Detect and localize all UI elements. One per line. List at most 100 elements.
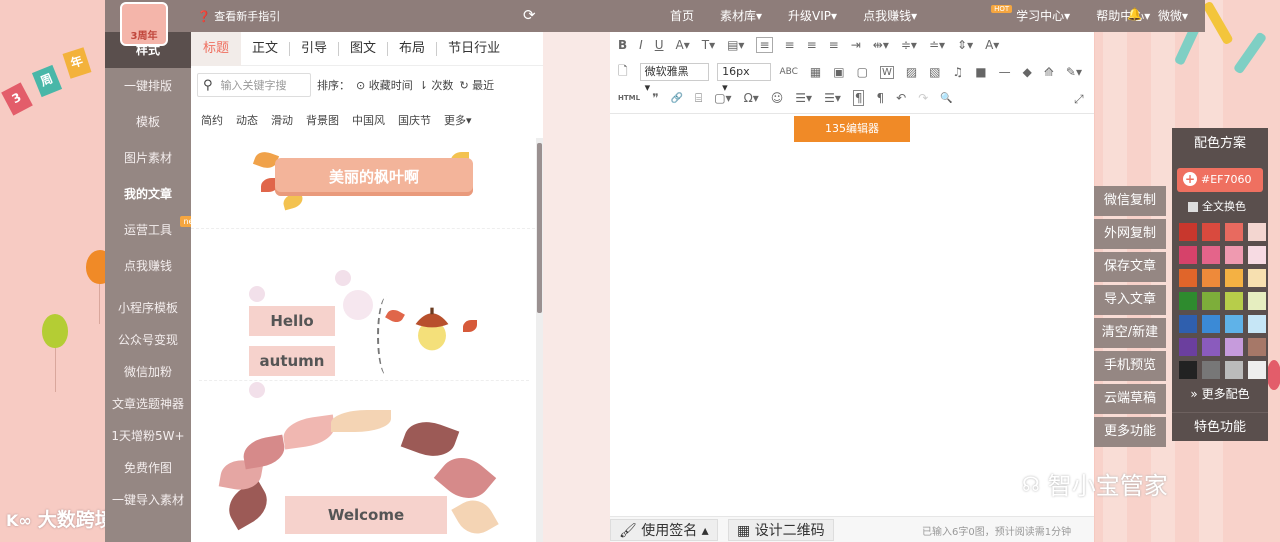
tab-image-text[interactable]: 图文 [339, 41, 389, 56]
nav-help-center[interactable]: 帮助中心▾ [1096, 7, 1150, 24]
tab-title[interactable]: 标题 [191, 32, 241, 66]
new-document-icon[interactable]: 🗋 [618, 62, 628, 83]
color-swatch[interactable] [1179, 315, 1197, 333]
word-import-button[interactable]: W [879, 65, 894, 79]
tab-body[interactable]: 正文 [241, 41, 291, 56]
blockquote-button[interactable]: ❞ [652, 91, 658, 105]
color-swatch[interactable] [1248, 246, 1266, 264]
subcategory-background[interactable]: 背景图 [306, 112, 339, 128]
color-swatch[interactable] [1248, 315, 1266, 333]
align-left-button[interactable]: ≡ [756, 37, 773, 53]
box-button[interactable]: ▢▾ [714, 91, 731, 105]
external-copy-button[interactable]: 外网复制 [1094, 219, 1166, 249]
color-swatch[interactable] [1202, 292, 1220, 310]
sidebar-item-topic-tool[interactable]: 文章选题神器 [105, 388, 191, 420]
sort-by-recent[interactable]: ↻ 最近 [459, 77, 494, 93]
editor-content-area[interactable] [610, 115, 1094, 515]
align-center-button[interactable]: ≡ [785, 38, 795, 52]
special-char-button[interactable]: Ω▾ [744, 91, 759, 105]
color-swatch[interactable] [1202, 246, 1220, 264]
color-swatch[interactable] [1179, 269, 1197, 287]
color-swatch[interactable] [1179, 338, 1197, 356]
music-button[interactable]: ♫ [953, 65, 964, 79]
indent-button[interactable]: ⇥ [851, 38, 861, 52]
color-swatch[interactable] [1179, 246, 1197, 264]
video-button[interactable]: ■ [975, 65, 986, 79]
multi-image-button[interactable]: ▧ [929, 65, 940, 79]
insert-image-button[interactable]: ▨ [906, 65, 917, 79]
mobile-preview-button[interactable]: 手机预览 [1094, 351, 1166, 381]
current-color-picker[interactable]: + #EF7060 [1177, 168, 1263, 192]
sidebar-item-operations-tools[interactable]: 运营工具new [105, 212, 203, 248]
color-swatch[interactable] [1248, 361, 1266, 379]
cloud-draft-button[interactable]: 云端草稿 [1094, 384, 1166, 414]
tab-layout[interactable]: 布局 [388, 41, 438, 56]
spellcheck-button[interactable]: ABC [779, 67, 797, 77]
subcategory-simple[interactable]: 简约 [201, 112, 223, 128]
color-swatch[interactable] [1248, 338, 1266, 356]
sidebar-item-my-articles[interactable]: 我的文章 [105, 176, 191, 212]
color-swatch[interactable] [1202, 223, 1220, 241]
color-swatch[interactable] [1225, 361, 1243, 379]
color-swatch[interactable] [1225, 315, 1243, 333]
color-swatch[interactable] [1225, 292, 1243, 310]
color-swatch[interactable] [1202, 315, 1220, 333]
color-swatch[interactable] [1225, 246, 1243, 264]
subcategory-sliding[interactable]: 滑动 [271, 112, 293, 128]
color-swatch[interactable] [1225, 269, 1243, 287]
use-signature-button[interactable]: 🖌 使用签名 ▴ [610, 519, 718, 541]
sidebar-item-mini-program-templates[interactable]: 小程序模板 [105, 292, 191, 324]
format-painter-button[interactable]: ⟰ [1044, 65, 1054, 79]
table-button[interactable]: ▦ [810, 65, 821, 79]
color-swatch[interactable] [1202, 361, 1220, 379]
html-source-button[interactable]: HTML [618, 94, 640, 102]
align-justify-button[interactable]: ≡ [829, 38, 839, 52]
font-family-select[interactable]: 微软雅黑 ▾ [639, 63, 710, 94]
clear-new-button[interactable]: 清空/新建 [1094, 318, 1166, 348]
search-input[interactable]: ⚲ 输入关键字搜 [197, 73, 311, 97]
first-line-indent-button[interactable]: ⇹▾ [873, 38, 889, 52]
subcategory-chinese-style[interactable]: 中国风 [352, 112, 385, 128]
anniversary-logo[interactable]: 3周年 [120, 2, 168, 46]
special-features-button[interactable]: 特色功能 [1172, 412, 1268, 441]
refresh-icon[interactable]: ⟳ [523, 6, 536, 24]
link-button[interactable]: 🔗 [671, 93, 683, 104]
bell-icon[interactable]: 🔔 [1127, 7, 1142, 21]
font-color-button[interactable]: A▾ [676, 38, 690, 52]
more-features-button[interactable]: 更多功能 [1094, 417, 1166, 447]
guide-link[interactable]: ❓ 查看新手指引 [197, 8, 280, 24]
sidebar-item-templates[interactable]: 模板 [105, 104, 191, 140]
color-swatch[interactable] [1202, 338, 1220, 356]
save-article-button[interactable]: 保存文章 [1094, 252, 1166, 282]
nav-upgrade-vip[interactable]: 升级VIP▾ [788, 7, 837, 24]
sidebar-item-fans-growth[interactable]: 1天增粉5W+ [105, 420, 191, 452]
frame-button[interactable]: ▢ [857, 65, 868, 79]
design-qrcode-button[interactable]: ▦ 设计二维码 [728, 519, 834, 541]
panel-scrollbar[interactable] [536, 138, 543, 542]
redo-button[interactable]: ↷ [918, 91, 928, 105]
sidebar-item-wechat-fans[interactable]: 微信加粉 [105, 356, 191, 388]
sort-by-favorite-time[interactable]: ⊙ 收藏时间 [356, 77, 413, 93]
magic-wand-button[interactable]: ✎▾ [1066, 65, 1082, 79]
color-swatch[interactable] [1248, 269, 1266, 287]
import-article-button[interactable]: 导入文章 [1094, 285, 1166, 315]
horizontal-rule-button[interactable]: — [999, 65, 1011, 79]
sort-by-count[interactable]: ⇂ 次数 [419, 77, 454, 93]
find-replace-button[interactable]: 🔍 [940, 93, 952, 104]
ordered-list-button[interactable]: ☰▾ [795, 91, 812, 105]
sidebar-item-one-click-layout[interactable]: 一键排版 [105, 68, 191, 104]
sidebar-item-monetize[interactable]: 公众号变现 [105, 324, 191, 356]
nav-earn-money[interactable]: 点我赚钱▾ HOT [863, 5, 1013, 24]
tab-festival[interactable]: 节日行业 [437, 41, 511, 56]
template-button[interactable]: ⌸ [695, 91, 702, 106]
eraser-button[interactable]: ◆ [1023, 65, 1032, 79]
rtl-button[interactable]: ¶ [876, 91, 884, 105]
font-size-select[interactable]: 16px ▾ [717, 63, 772, 94]
color-swatch[interactable] [1179, 223, 1197, 241]
paragraph-spacing-button[interactable]: ≐▾ [929, 38, 945, 52]
undo-button[interactable]: ↶ [896, 91, 906, 105]
ltr-button[interactable]: ¶ [852, 90, 865, 106]
bold-button[interactable]: B [618, 38, 627, 52]
tab-guide[interactable]: 引导 [290, 41, 340, 56]
nav-home[interactable]: 首页 [670, 7, 694, 24]
